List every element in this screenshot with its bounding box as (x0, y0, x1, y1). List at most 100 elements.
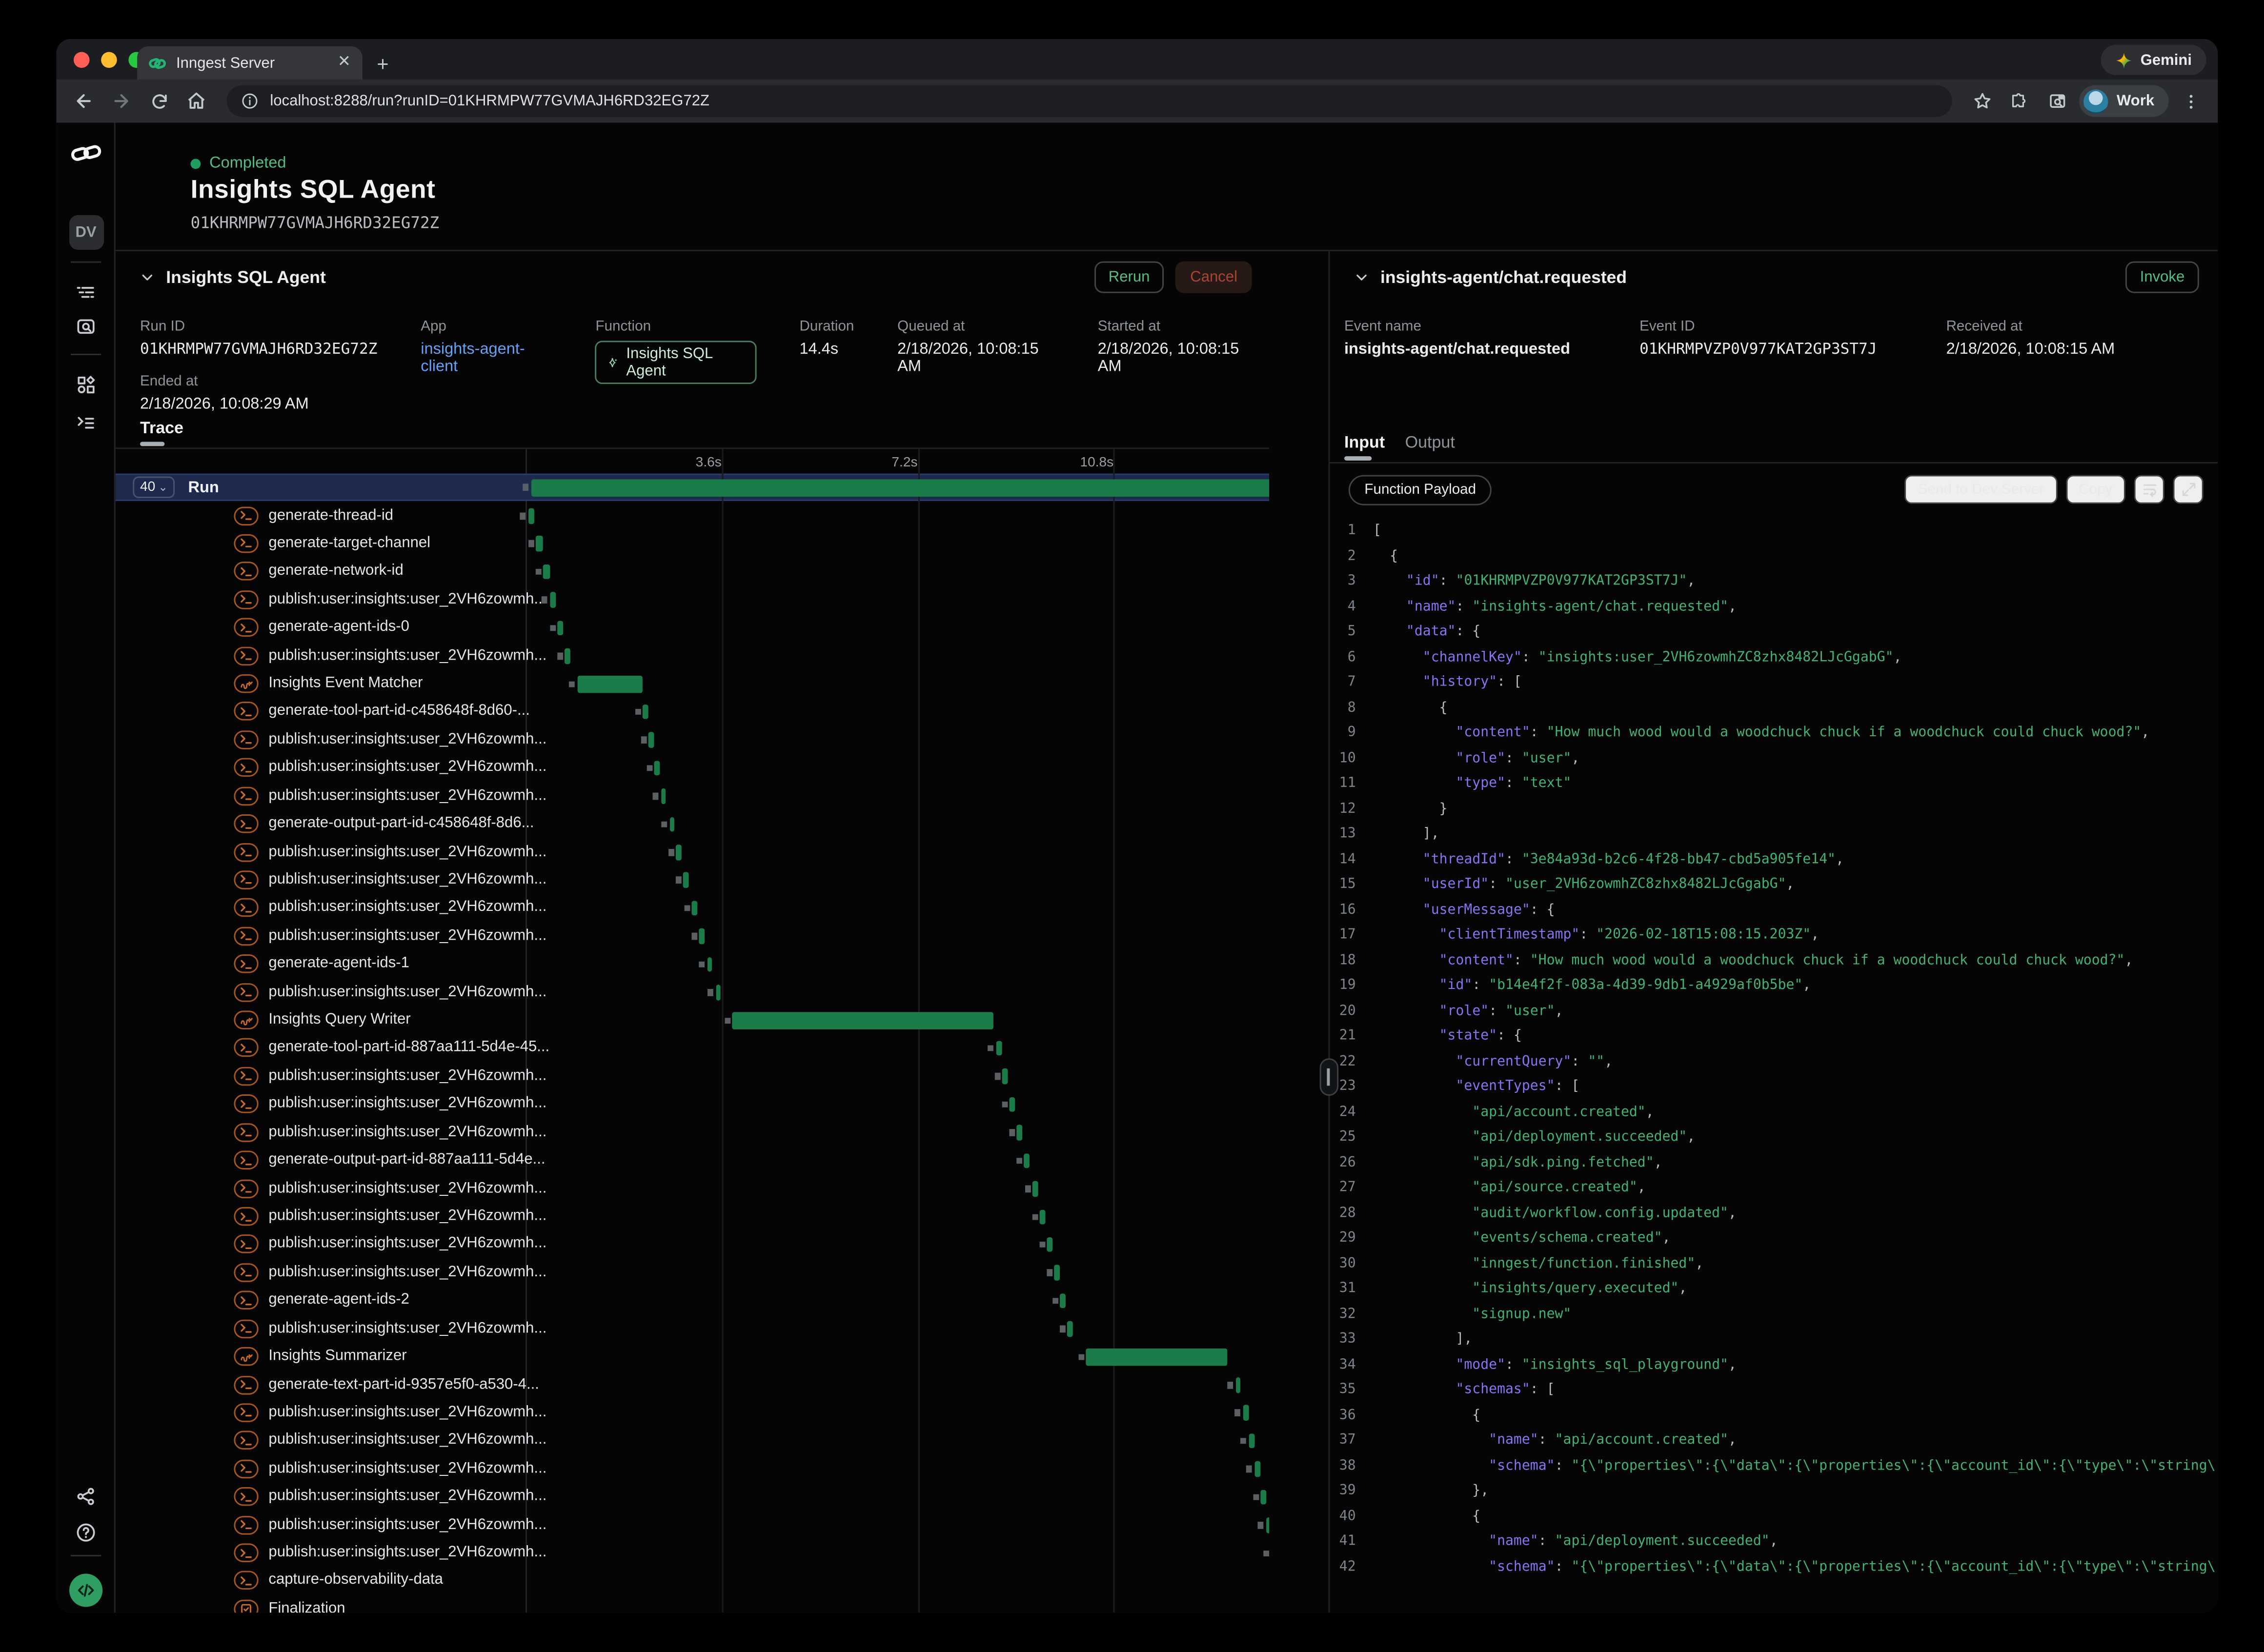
trace-row[interactable]: Insights Query Writer (116, 1007, 1269, 1034)
tab-search-icon[interactable] (2042, 85, 2073, 117)
span-bar[interactable] (1235, 1377, 1241, 1392)
sidebar-item-events[interactable] (56, 316, 115, 338)
trace-row[interactable]: publish:user:insights:user_2VH6zowmh... (116, 894, 1269, 922)
more-menu-icon[interactable] (2175, 85, 2206, 117)
event-title[interactable]: insights-agent/chat.requested (1380, 267, 2114, 287)
home-icon[interactable] (181, 85, 212, 117)
span-bar[interactable] (669, 817, 675, 832)
payload-code-editor[interactable]: 1[2 {3 "id": "01KHRMPVZP0V977KAT2GP3ST7J… (1330, 518, 2215, 1612)
help-icon[interactable] (56, 1522, 115, 1543)
gemini-button[interactable]: Gemini (2102, 45, 2206, 75)
word-wrap-icon[interactable] (2134, 475, 2164, 504)
back-icon[interactable] (68, 85, 100, 117)
span-bar[interactable] (543, 564, 551, 580)
trace-row[interactable]: publish:user:insights:user_2VH6zowmh... (116, 866, 1269, 894)
url-text[interactable]: localhost:8288/run?runID=01KHRMPW77GVMAJ… (270, 92, 709, 110)
span-bar[interactable] (1067, 1321, 1072, 1336)
span-bar[interactable] (661, 788, 666, 804)
trace-row[interactable]: publish:user:insights:user_2VH6zowmh... (116, 838, 1269, 866)
trace-row[interactable]: publish:user:insights:user_2VH6zowmh... (116, 1063, 1269, 1090)
span-bar[interactable] (1060, 1293, 1066, 1309)
trace-row[interactable]: generate-output-part-id-c458648f-8d6... (116, 810, 1269, 838)
trace-row[interactable]: generate-output-part-id-887aa111-5d4e... (116, 1147, 1269, 1174)
span-bar[interactable] (1086, 1348, 1228, 1366)
chevron-down-icon[interactable] (1354, 270, 1369, 284)
trace-row[interactable]: publish:user:insights:user_2VH6zowmh... (116, 922, 1269, 950)
trace-row[interactable]: generate-tool-part-id-887aa111-5d4e-45..… (116, 1034, 1269, 1062)
trace-row[interactable]: publish:user:insights:user_2VH6zowmh... (116, 1119, 1269, 1147)
span-bar[interactable] (536, 536, 542, 551)
trace-row[interactable]: publish:user:insights:user_2VH6zowmh... (116, 1259, 1269, 1287)
span-bar[interactable] (699, 929, 705, 944)
function-pill[interactable]: Insights SQL Agent (596, 341, 756, 384)
info-icon[interactable] (241, 92, 259, 110)
span-bar[interactable] (996, 1041, 1001, 1056)
trace-row[interactable]: publish:user:insights:user_2VH6zowmh... (116, 754, 1269, 782)
run-card-title[interactable]: Insights SQL Agent (166, 267, 1082, 287)
tab-trace[interactable]: Trace (140, 420, 183, 438)
browser-tab[interactable]: Inngest Server ✕ (137, 46, 363, 80)
url-bar[interactable]: localhost:8288/run?runID=01KHRMPW77GVMAJ… (227, 85, 1952, 117)
span-bar[interactable] (1243, 1406, 1249, 1421)
trace-row[interactable]: generate-agent-ids-1 (116, 950, 1269, 978)
minimize-window-icon[interactable] (101, 52, 117, 68)
sidebar-item-runs[interactable] (56, 282, 115, 303)
span-count-chip[interactable]: 40 ⌄ (133, 477, 175, 498)
trace-row[interactable]: publish:user:insights:user_2VH6zowmh... (116, 1483, 1269, 1511)
trace-row[interactable]: generate-network-id (116, 558, 1269, 585)
chevron-down-icon[interactable] (140, 270, 155, 284)
send-to-dev-server-button[interactable]: Send to Dev Server (1905, 475, 2057, 504)
window-controls[interactable] (74, 52, 144, 68)
span-bar[interactable] (1047, 1237, 1052, 1252)
app-link[interactable]: insights-agent-client (421, 341, 552, 375)
span-bar[interactable] (550, 592, 555, 607)
trace-row[interactable]: generate-thread-id (116, 502, 1269, 529)
span-bar[interactable] (1017, 1125, 1022, 1140)
rerun-button[interactable]: Rerun (1094, 262, 1164, 293)
trace-row[interactable]: publish:user:insights:user_2VH6zowmh... (116, 978, 1269, 1006)
span-bar[interactable] (732, 1011, 994, 1029)
span-bar[interactable] (558, 620, 563, 635)
span-bar[interactable] (1024, 1153, 1030, 1168)
trace-row[interactable]: generate-tool-part-id-c458648f-8d60-... (116, 698, 1269, 726)
trace-row[interactable]: publish:user:insights:user_2VH6zowmh... (116, 1203, 1269, 1230)
trace-row[interactable]: publish:user:insights:user_2VH6zowmh... (116, 586, 1269, 614)
span-bar[interactable] (1266, 1517, 1269, 1532)
trace-row[interactable]: Finalization (116, 1595, 1269, 1613)
payload-type-pill[interactable]: Function Payload (1349, 474, 1492, 504)
trace-row[interactable]: publish:user:insights:user_2VH6zowmh... (116, 642, 1269, 670)
trace-row[interactable]: Insights Summarizer (116, 1343, 1269, 1370)
span-bar[interactable] (577, 675, 643, 692)
span-bar[interactable] (1040, 1209, 1046, 1224)
span-bar[interactable] (1033, 1181, 1038, 1196)
close-window-icon[interactable] (74, 52, 90, 68)
trace-row[interactable]: publish:user:insights:user_2VH6zowmh... (116, 1427, 1269, 1455)
share-icon[interactable] (56, 1486, 115, 1507)
trace-row[interactable]: publish:user:insights:user_2VH6zowmh... (116, 1090, 1269, 1118)
panel-resize-handle[interactable] (1319, 1058, 1337, 1096)
invoke-button[interactable]: Invoke (2125, 262, 2199, 293)
span-bar[interactable] (676, 845, 682, 860)
span-bar[interactable] (1003, 1069, 1008, 1084)
span-bar[interactable] (1254, 1461, 1260, 1476)
trace-row[interactable]: generate-agent-ids-0 (116, 614, 1269, 642)
span-bar[interactable] (655, 761, 660, 776)
new-tab-icon[interactable]: + (377, 52, 388, 75)
span-bar[interactable] (1261, 1490, 1266, 1505)
sidebar-item-dev-server[interactable] (56, 411, 115, 433)
cancel-button[interactable]: Cancel (1176, 262, 1252, 293)
span-bar[interactable] (707, 957, 712, 972)
trace-row[interactable]: publish:user:insights:user_2VH6zowmh... (116, 1539, 1269, 1567)
trace-row[interactable]: capture-observability-data (116, 1567, 1269, 1595)
profile-chip[interactable]: Work (2079, 85, 2169, 117)
span-bar[interactable] (692, 901, 698, 916)
trace-row[interactable]: generate-agent-ids-2 (116, 1287, 1269, 1314)
expand-icon[interactable] (2173, 475, 2203, 504)
span-bar[interactable] (565, 648, 570, 664)
trace-row[interactable]: publish:user:insights:user_2VH6zowmh... (116, 782, 1269, 810)
tab-output[interactable]: Output (1405, 435, 1455, 452)
environment-badge[interactable]: DV (69, 215, 103, 250)
trace-row[interactable]: publish:user:insights:user_2VH6zowmh... (116, 1315, 1269, 1343)
span-bar[interactable] (1249, 1433, 1254, 1449)
trace-row[interactable]: publish:user:insights:user_2VH6zowmh... (116, 726, 1269, 754)
